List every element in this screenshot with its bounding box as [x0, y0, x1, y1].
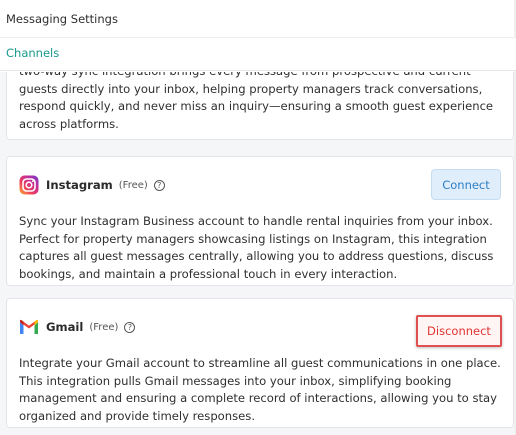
- page-title: Messaging Settings: [6, 11, 118, 26]
- disconnect-button[interactable]: Disconnect: [416, 315, 502, 347]
- channel-description: Sync your Instagram Business account to …: [19, 214, 494, 281]
- channel-header: Instagram (Free) ? Connect: [7, 157, 513, 213]
- help-circle-icon[interactable]: ?: [153, 179, 165, 191]
- instagram-icon: [19, 175, 39, 195]
- help-circle-icon[interactable]: ?: [124, 321, 136, 333]
- pricing-tag: (Free): [118, 179, 148, 191]
- channel-card-partial: two-way sync integration brings every me…: [6, 72, 514, 140]
- page-header: Messaging Settings: [0, 0, 516, 38]
- tab-channels[interactable]: Channels: [6, 46, 59, 70]
- channel-name: Gmail: [46, 320, 84, 334]
- gmail-icon: [19, 317, 39, 337]
- channel-header: Gmail (Free) ? Disconnect: [7, 299, 513, 355]
- pricing-tag: (Free): [89, 321, 119, 333]
- channels-list[interactable]: two-way sync integration brings every me…: [0, 72, 516, 435]
- channel-description: Integrate your Gmail account to streamli…: [19, 356, 501, 423]
- channel-card-gmail: Gmail (Free) ? Disconnect Integrate your…: [6, 298, 514, 428]
- channel-name: Instagram: [46, 178, 113, 192]
- connect-button[interactable]: Connect: [431, 169, 501, 200]
- channel-card-instagram: Instagram (Free) ? Connect Sync your Ins…: [6, 156, 514, 286]
- channel-description: two-way sync integration brings every me…: [19, 72, 494, 131]
- tab-bar: Channels: [0, 38, 516, 71]
